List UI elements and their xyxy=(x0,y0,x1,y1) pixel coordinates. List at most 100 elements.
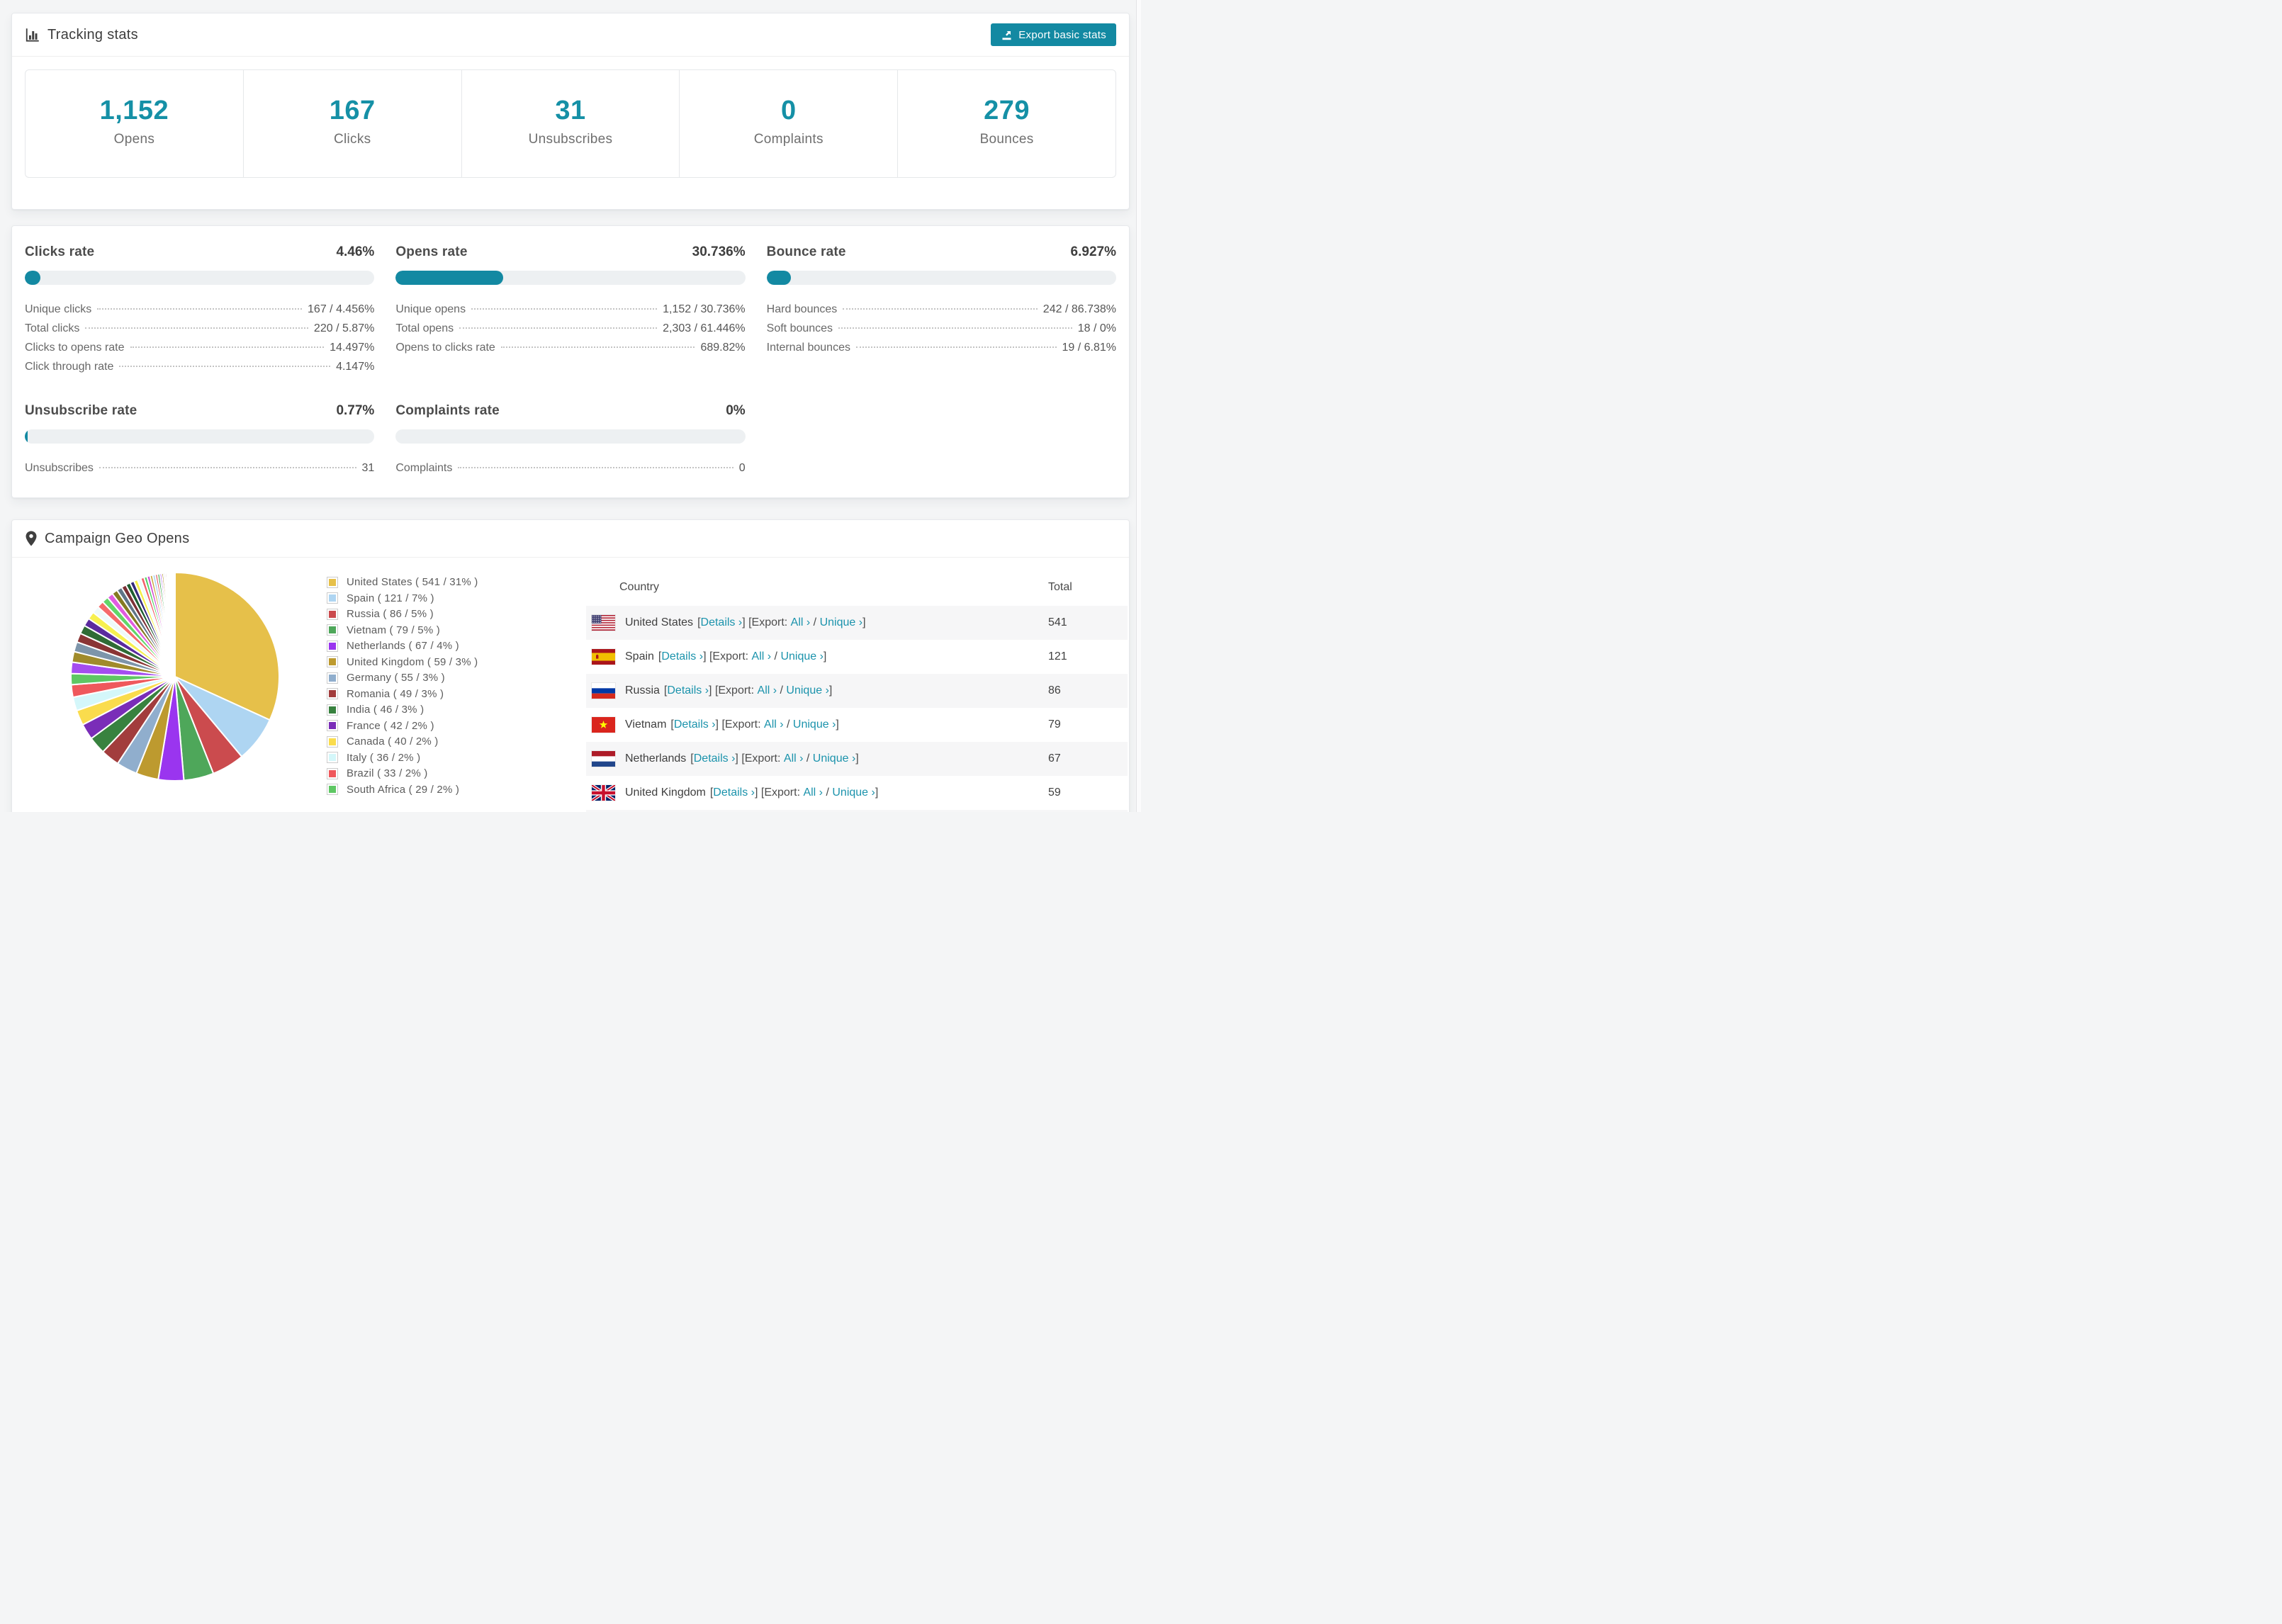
tracking-stats-title: Tracking stats xyxy=(25,27,138,43)
rate-row: Total opens 2,303 / 61.446% xyxy=(395,322,746,334)
rate-row: Hard bounces 242 / 86.738% xyxy=(766,303,1116,315)
opens-count: 1,152 xyxy=(99,96,169,125)
clicks-count: 167 xyxy=(329,96,376,125)
bounce-rate-value: 6.927% xyxy=(1070,244,1116,259)
gb-flag-icon xyxy=(592,785,615,801)
legend-item: Italy ( 36 / 2% ) xyxy=(327,752,586,764)
export-unique-link[interactable]: Unique › xyxy=(780,650,823,663)
unsubscribe-rate-title: Unsubscribe rate xyxy=(25,403,137,418)
rate-row: Complaints 0 xyxy=(395,461,746,474)
details-link[interactable]: Details › xyxy=(661,650,703,663)
geo-opens-card: Campaign Geo Opens United States ( 541 /… xyxy=(11,519,1130,812)
legend-swatch xyxy=(327,721,337,731)
legend-swatch xyxy=(327,752,337,762)
legend-swatch xyxy=(327,641,337,651)
geo-pie-chart xyxy=(25,569,294,812)
complaints-rate-panel: Complaints rate 0% Complaints 0 xyxy=(395,403,746,478)
table-row: Germany[Details ›] [Export: All › / Uniq… xyxy=(586,810,1128,812)
export-unique-link[interactable]: Unique › xyxy=(786,684,828,697)
opens-rate-bar xyxy=(395,271,746,285)
opens-rate-title: Opens rate xyxy=(395,244,468,259)
geo-table-header: Country Total xyxy=(586,569,1128,606)
opens-rate-value: 30.736% xyxy=(692,244,746,259)
export-unique-link[interactable]: Unique › xyxy=(820,616,862,629)
total-column-header: Total xyxy=(1048,581,1072,593)
rate-row: Total clicks 220 / 5.87% xyxy=(25,322,375,334)
export-all-link[interactable]: All › xyxy=(758,684,777,697)
rate-row: Clicks to opens rate 14.497% xyxy=(25,341,375,354)
stat-opens: 1,152 Opens xyxy=(26,70,244,177)
legend-swatch xyxy=(327,704,337,715)
vn-flag-icon xyxy=(592,717,615,733)
export-unique-link[interactable]: Unique › xyxy=(813,752,855,765)
total-value: 79 xyxy=(1048,718,1061,731)
rate-row: Soft bounces 18 / 0% xyxy=(766,322,1116,334)
tracking-stats-header: Tracking stats Export basic stats xyxy=(12,13,1129,57)
export-basic-stats-button[interactable]: Export basic stats xyxy=(991,23,1116,46)
clicks-rate-panel: Clicks rate 4.46% Unique clicks 167 / 4.4… xyxy=(25,244,375,376)
legend-swatch xyxy=(327,689,337,699)
table-row: Russia[Details ›] [Export: All › / Uniqu… xyxy=(586,674,1128,708)
legend-item: Romania ( 49 / 3% ) xyxy=(327,688,586,700)
ru-flag-icon xyxy=(592,683,615,699)
total-value: 59 xyxy=(1048,786,1061,799)
legend-item: Russia ( 86 / 5% ) xyxy=(327,608,586,620)
tracking-stats-card: Tracking stats Export basic stats 1,152 … xyxy=(11,13,1130,210)
export-all-link[interactable]: All › xyxy=(803,786,823,799)
es-flag-icon xyxy=(592,649,615,665)
clicks-rate-value: 4.46% xyxy=(336,244,375,259)
unsubscribe-rate-value: 0.77% xyxy=(336,403,375,418)
bar-chart-icon xyxy=(25,27,40,43)
legend-swatch xyxy=(327,784,337,794)
total-value: 541 xyxy=(1048,616,1067,628)
export-unique-link[interactable]: Unique › xyxy=(832,786,875,799)
complaints-count: 0 xyxy=(780,96,797,125)
legend-swatch xyxy=(327,625,337,635)
country-column-header: Country xyxy=(619,581,660,593)
legend-item: United States ( 541 / 31% ) xyxy=(327,576,586,588)
export-all-link[interactable]: All › xyxy=(764,718,784,731)
rate-row: Click through rate 4.147% xyxy=(25,360,375,373)
legend-swatch xyxy=(327,672,337,683)
bounce-rate-panel: Bounce rate 6.927% Hard bounces 242 / 86.… xyxy=(766,244,1116,376)
geo-table: Country Total United States[Details ›] [… xyxy=(586,569,1128,812)
details-link[interactable]: Details › xyxy=(694,752,736,765)
legend-swatch xyxy=(327,577,337,587)
legend-item: Netherlands ( 67 / 4% ) xyxy=(327,640,586,652)
unsubscribe-rate-bar xyxy=(25,429,375,444)
complaints-rate-value: 0% xyxy=(726,403,746,418)
table-row: Netherlands[Details ›] [Export: All › / … xyxy=(586,742,1128,776)
stat-unsubscribes: 31 Unsubscribes xyxy=(462,70,680,177)
table-row: Spain[Details ›] [Export: All › / Unique… xyxy=(586,640,1128,674)
vertical-scrollbar[interactable] xyxy=(1136,0,1141,812)
legend-item: Spain ( 121 / 7% ) xyxy=(327,592,586,604)
details-link[interactable]: Details › xyxy=(713,786,755,799)
details-link[interactable]: Details › xyxy=(674,718,716,731)
export-all-link[interactable]: All › xyxy=(752,650,772,663)
total-value: 121 xyxy=(1048,650,1067,662)
legend-swatch xyxy=(327,736,337,747)
complaints-rate-bar xyxy=(395,429,746,444)
details-link[interactable]: Details › xyxy=(667,684,709,697)
page-title: Tracking stats xyxy=(47,26,138,43)
export-all-link[interactable]: All › xyxy=(784,752,804,765)
legend-item: Vietnam ( 79 / 5% ) xyxy=(327,624,586,636)
stat-bounces: 279 Bounces xyxy=(898,70,1115,177)
complaints-rate-title: Complaints rate xyxy=(395,403,500,418)
map-pin-icon xyxy=(25,530,38,547)
legend-item: South Africa ( 29 / 2% ) xyxy=(327,784,586,796)
clicks-rate-bar xyxy=(25,271,375,285)
export-unique-link[interactable]: Unique › xyxy=(793,718,836,731)
geo-title: Campaign Geo Opens xyxy=(45,530,190,546)
export-all-link[interactable]: All › xyxy=(791,616,811,629)
legend-item: India ( 46 / 3% ) xyxy=(327,704,586,716)
rate-row: Internal bounces 19 / 6.81% xyxy=(766,341,1116,354)
table-row: Vietnam[Details ›] [Export: All › / Uniq… xyxy=(586,708,1128,742)
details-link[interactable]: Details › xyxy=(701,616,743,629)
pie-slice xyxy=(174,571,176,677)
rate-row: Unsubscribes 31 xyxy=(25,461,375,474)
table-row: United States[Details ›] [Export: All › … xyxy=(586,606,1128,640)
geo-legend: United States ( 541 / 31% ) Spain ( 121 … xyxy=(294,569,586,812)
bounce-rate-title: Bounce rate xyxy=(766,244,846,259)
dashboard-page: Tracking stats Export basic stats 1,152 … xyxy=(0,0,1141,812)
